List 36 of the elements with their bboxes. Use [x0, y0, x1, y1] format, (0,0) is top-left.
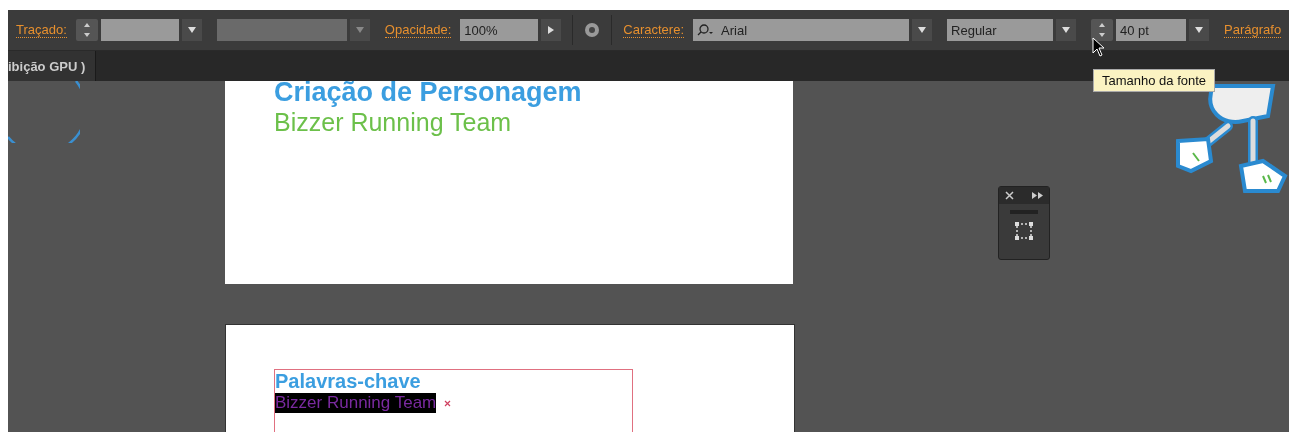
artboard-subtitle: Bizzer Running Team	[275, 393, 437, 413]
dropdown-button[interactable]	[912, 19, 933, 41]
arrow-button[interactable]	[541, 19, 562, 41]
expand-icon[interactable]	[1032, 192, 1043, 199]
caret-down-icon	[354, 26, 365, 34]
artboard-title: Palavras-chave	[275, 370, 422, 393]
dropdown-button[interactable]	[181, 19, 202, 41]
search-icon	[697, 24, 716, 36]
dropdown-button[interactable]	[1056, 19, 1077, 41]
stroke-weight-field[interactable]	[100, 19, 179, 41]
caret-down-icon	[1061, 26, 1072, 34]
tooltip: Tamanho da fonte	[1093, 69, 1216, 92]
caret-down-icon	[1194, 26, 1205, 34]
opacity-field[interactable]: 100%	[460, 19, 539, 41]
font-size-field[interactable]: 40 pt	[1116, 19, 1187, 41]
dropdown-button[interactable]	[1189, 19, 1210, 41]
character-label[interactable]: Caractere:	[623, 22, 685, 38]
stroke-stepper[interactable]	[75, 19, 98, 41]
stroke-label[interactable]: Traçado:	[16, 22, 67, 38]
artboard-subtitle: Bizzer Running Team	[274, 108, 512, 137]
close-icon[interactable]	[1005, 191, 1014, 200]
artboard-tool-icon[interactable]	[1013, 220, 1035, 242]
caret-down-icon	[917, 26, 928, 34]
font-size-stepper[interactable]	[1091, 19, 1114, 41]
cursor-icon	[1092, 37, 1106, 57]
document-tab[interactable]: ibição GPU )	[8, 51, 97, 81]
font-family-field[interactable]: Arial	[693, 19, 910, 41]
opacity-label[interactable]: Opacidade:	[384, 22, 452, 38]
font-family-value: Arial	[721, 22, 748, 38]
font-style-field[interactable]: Regular	[947, 19, 1054, 41]
artboard-title: Criação de Personagem	[274, 77, 582, 108]
circle-arc-drawing	[8, 81, 80, 143]
caret-down-icon	[186, 26, 197, 34]
paragraph-link[interactable]: Parágrafo	[1224, 22, 1282, 38]
cross-mark-icon	[444, 399, 452, 407]
caret-right-icon	[547, 25, 556, 35]
